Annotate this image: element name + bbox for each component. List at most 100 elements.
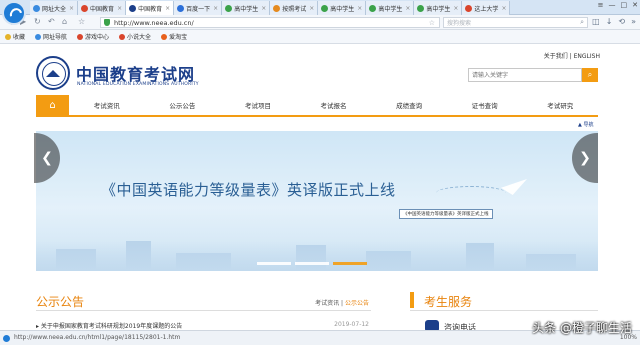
plane-trail <box>436 186 506 200</box>
bookmark-item[interactable]: 收藏 <box>5 32 25 41</box>
neea-emblem-icon[interactable] <box>36 56 70 90</box>
browser-tab[interactable]: 高中学生 × <box>414 1 463 15</box>
bookmark-label: 爱淘宝 <box>169 34 188 41</box>
refresh-icon[interactable]: ↻ <box>34 17 41 26</box>
tab-close-icon[interactable]: × <box>405 5 410 12</box>
tab-close-icon[interactable]: × <box>357 5 362 12</box>
browser-search-input[interactable]: 搜狗搜索 ⌕ <box>443 17 588 28</box>
browser-tab[interactable]: 高中学生 × <box>222 1 271 15</box>
city-skyline <box>36 241 598 271</box>
browser-tab[interactable]: 这上大学 × <box>462 1 511 15</box>
extension-icon[interactable]: ◫ <box>592 17 600 26</box>
tab-close-icon[interactable]: × <box>261 5 266 12</box>
tab-close-icon[interactable]: × <box>165 5 170 12</box>
home-icon[interactable]: ⌂ <box>62 17 67 26</box>
nav-guide-link[interactable]: ▲ 导航 <box>578 121 593 128</box>
slide-indicator[interactable] <box>257 262 291 265</box>
browser-tab[interactable]: 中国教育 × <box>78 1 127 15</box>
menu-icon[interactable]: ≡ <box>598 1 604 9</box>
browser-tab[interactable]: 高中学生 × <box>366 1 415 15</box>
download-icon[interactable]: ↓ <box>606 17 613 26</box>
tab-favicon-icon <box>417 4 425 12</box>
bookmark-star-icon[interactable]: ☆ <box>78 17 85 26</box>
tab-close-icon[interactable]: × <box>453 5 458 12</box>
tab-close-icon[interactable]: × <box>117 5 122 12</box>
watermark-text: 头条 @橙子聊生活 <box>532 321 632 335</box>
tab-favicon-icon <box>33 4 40 12</box>
favorite-icon[interactable]: ☆ <box>429 19 435 27</box>
undo-icon[interactable]: ↶ <box>48 17 55 26</box>
bookmark-item[interactable]: 网址导航 <box>35 32 67 41</box>
history-icon[interactable]: ⟲ <box>618 17 625 26</box>
bookmark-item[interactable]: 游戏中心 <box>77 32 109 41</box>
tab-favicon-icon <box>129 4 137 12</box>
tab-favicon-icon <box>273 4 281 12</box>
bookmark-icon <box>5 33 11 40</box>
tab-favicon-icon <box>369 4 377 12</box>
bookmark-item[interactable]: 爱淘宝 <box>161 32 187 41</box>
maximize-icon[interactable]: □ <box>621 1 628 9</box>
nav-item[interactable]: 考试研究 <box>522 95 598 115</box>
site-search: ⌕ <box>468 68 598 82</box>
chevron-left-icon: ❮ <box>41 150 53 166</box>
nav-item[interactable]: 考试项目 <box>220 95 296 115</box>
tab-strip: 网址大全 × 中国教育 × 中国教育 × 百度一下 × 高中学生 × 按照考试 × 高中学生 × 高中学生 ×… <box>30 1 511 15</box>
tab-close-icon[interactable]: × <box>501 5 506 12</box>
tab-close-icon[interactable]: × <box>309 5 314 12</box>
notice-list-item[interactable]: ▸ 关于申报国家教育考试科研规划2019年度课题的公告 2019-07-12 <box>36 321 371 330</box>
url-field[interactable]: http://www.neea.edu.cn/ ☆ <box>100 17 440 28</box>
url-text: http://www.neea.edu.cn/ <box>114 18 194 27</box>
nav-item[interactable]: 公示公告 <box>145 95 221 115</box>
site-search-input[interactable] <box>468 68 582 82</box>
tab-exam-news[interactable]: 考试资讯 <box>315 300 339 307</box>
search-icon: ⌕ <box>587 70 593 79</box>
tab-label: 网址大全 <box>42 5 67 13</box>
tab-favicon-icon <box>81 4 89 12</box>
nav-item[interactable]: 成绩查询 <box>371 95 447 115</box>
main-nav: ⌂ 考试资讯 公示公告 考试项目 考试报名 成绩查询 证书查询 考试研究 <box>36 95 598 117</box>
bookmark-label: 游戏中心 <box>85 34 110 41</box>
nav-item[interactable]: 考试报名 <box>296 95 372 115</box>
tab-close-icon[interactable]: × <box>69 5 74 12</box>
bookmark-item[interactable]: 小说大全 <box>119 32 151 41</box>
address-bar: ◀ ▶ ↻ ↶ ⌂ ☆ http://www.neea.edu.cn/ ☆ 搜狗… <box>0 15 640 30</box>
tab-notices[interactable]: 公示公告 <box>345 300 369 307</box>
notice-section-header: 公示公告 考试资讯 | 公示公告 <box>36 291 371 311</box>
site-logo-subtitle: NATIONAL EDUCATION EXAMINATIONS AUTHORIT… <box>77 82 199 87</box>
top-links[interactable]: 关于我们 | ENGLISH <box>544 51 600 60</box>
search-placeholder: 搜狗搜索 <box>447 20 472 27</box>
bookmark-icon <box>161 33 168 40</box>
service-section-header: 考生服务 <box>410 291 598 311</box>
browser-logo-icon[interactable] <box>2 1 26 25</box>
browser-tab[interactable]: 高中学生 × <box>318 1 367 15</box>
search-icon[interactable]: ⌕ <box>580 18 584 27</box>
slide-indicators <box>257 262 367 265</box>
bookmark-icon <box>35 33 42 40</box>
service-title: 考生服务 <box>424 295 473 309</box>
browser-tab[interactable]: 百度一下 × <box>174 1 223 15</box>
more-icon[interactable]: » <box>631 17 636 26</box>
notice-item-text: 关于申报国家教育考试科研规划2019年度课题的公告 <box>40 323 183 330</box>
minimize-icon[interactable]: — <box>609 1 616 9</box>
site-search-button[interactable]: ⌕ <box>582 68 598 82</box>
tab-favicon-icon <box>321 4 329 12</box>
browser-tab[interactable]: 按照考试 × <box>270 1 319 15</box>
hero-banner[interactable]: 《中国英语能力等级量表》英译版正式上线 《中国英语能力等级量表》英译版正式上线 <box>36 131 598 271</box>
nav-home-button[interactable]: ⌂ <box>36 95 69 115</box>
close-window-icon[interactable]: ✕ <box>632 1 638 9</box>
bookmark-label: 收藏 <box>13 34 26 41</box>
tab-label: 高中学生 <box>426 5 451 13</box>
browser-tab-bar: 网址大全 × 中国教育 × 中国教育 × 百度一下 × 高中学生 × 按照考试 × 高中学生 × 高中学生 ×… <box>0 0 640 25</box>
bookmark-bar: 收藏 网址导航 游戏中心 小说大全 爱淘宝 <box>0 30 640 44</box>
slide-indicator[interactable] <box>333 262 367 265</box>
status-url: http://www.neea.edu.cn/html1/page/18115/… <box>14 334 181 341</box>
tab-close-icon[interactable]: × <box>213 5 218 12</box>
nav-item[interactable]: 考试资讯 <box>69 95 145 115</box>
browser-tab[interactable]: 中国教育 × <box>126 1 175 15</box>
nav-item[interactable]: 证书查询 <box>447 95 523 115</box>
browser-tab[interactable]: 网址大全 × <box>30 1 79 15</box>
notice-item-date: 2019-07-12 <box>334 321 369 328</box>
bookmark-icon <box>77 33 84 40</box>
toolbar-icons: ◫ ↓ ⟲ » <box>592 17 636 26</box>
slide-indicator[interactable] <box>295 262 329 265</box>
